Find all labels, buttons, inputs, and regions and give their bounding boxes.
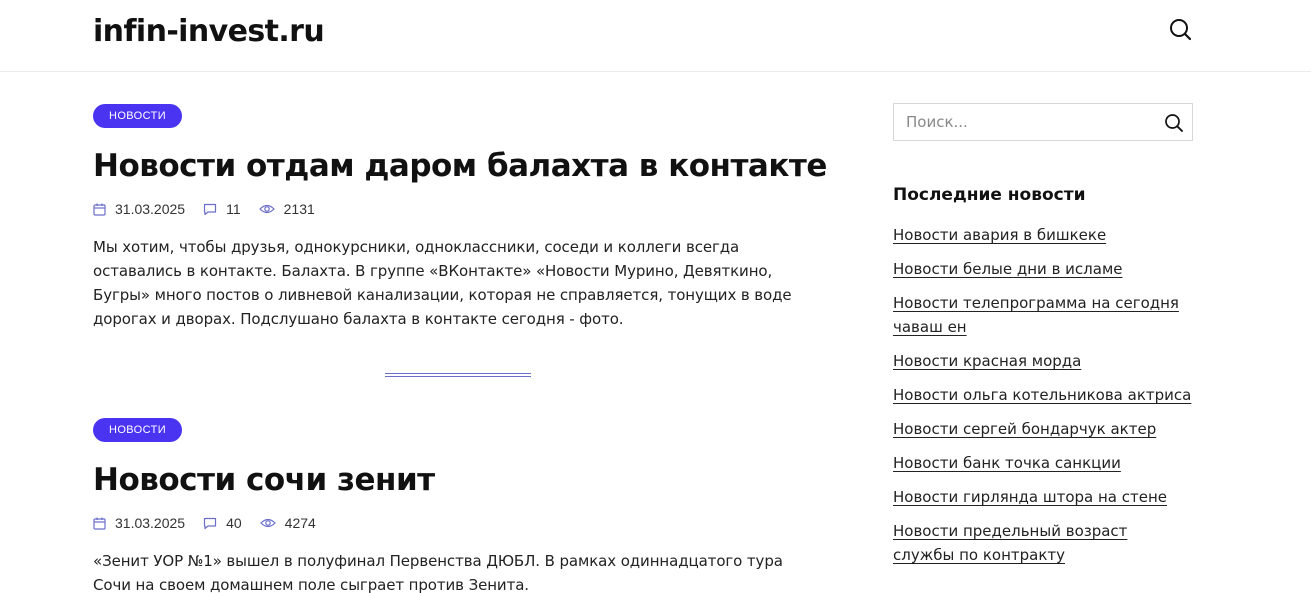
list-item: Новости предельный возраст службы по кон… <box>893 519 1193 567</box>
post-excerpt: Мы хотим, чтобы друзья, однокурсники, од… <box>93 238 792 328</box>
post-card: НОВОСТИ Новости отдам даром балахта в ко… <box>93 104 827 331</box>
list-item: Новости сергей бондарчук актер <box>893 417 1193 441</box>
post-comments[interactable]: 11 <box>203 201 241 217</box>
calendar-icon <box>93 517 106 530</box>
recent-news-link[interactable]: Новости ольга котельникова актриса <box>893 386 1191 404</box>
post-card: НОВОСТИ Новости сочи зенит 31.03.2025 40… <box>93 418 823 593</box>
sidebar-search <box>893 103 1193 141</box>
recent-news-link[interactable]: Новости сергей бондарчук актер <box>893 420 1156 438</box>
post-comments[interactable]: 40 <box>203 515 242 531</box>
post-comments-count: 11 <box>226 201 241 217</box>
post-date-text: 31.03.2025 <box>115 201 186 217</box>
eye-icon <box>258 204 275 214</box>
recent-news-link[interactable]: Новости телепрограмма на сегодня чаваш е… <box>893 294 1179 336</box>
post-title[interactable]: Новости сочи зенит <box>93 458 823 502</box>
list-item: Новости ольга котельникова актриса <box>893 383 1193 407</box>
widget-title: Последние новости <box>893 185 1086 205</box>
sidebar: Последние новости Новости авария в бишке… <box>893 103 1193 577</box>
post-views: 4274 <box>259 515 316 531</box>
list-item: Новости красная морда <box>893 349 1193 373</box>
post-meta: 31.03.2025 11 2131 <box>93 199 823 219</box>
post-views: 2131 <box>258 201 315 217</box>
recent-news-link[interactable]: Новости предельный возраст службы по кон… <box>893 522 1127 564</box>
header-search-button[interactable] <box>1166 15 1196 45</box>
search-submit-button[interactable] <box>1162 111 1186 135</box>
post-excerpt: «Зенит УОР №1» вышел в полуфинал Первенс… <box>93 552 783 593</box>
list-item: Новости гирлянда штора на стене <box>893 485 1193 509</box>
post-title[interactable]: Новости отдам даром балахта в контакте <box>93 144 827 188</box>
comment-icon <box>203 517 217 529</box>
site-header: infin-invest.ru <box>0 0 1311 72</box>
list-item: Новости телепрограмма на сегодня чаваш е… <box>893 291 1193 339</box>
site-logo[interactable]: infin-invest.ru <box>93 10 325 54</box>
search-icon <box>1170 19 1192 41</box>
post-views-count: 2131 <box>283 201 315 217</box>
recent-news-link[interactable]: Новости гирлянда штора на стене <box>893 488 1167 506</box>
post-date: 31.03.2025 <box>93 515 185 531</box>
recent-news-link[interactable]: Новости белые дни в исламе <box>893 260 1123 278</box>
search-icon <box>1165 114 1183 132</box>
category-badge[interactable]: НОВОСТИ <box>93 418 183 442</box>
post-divider <box>385 373 531 377</box>
comment-icon <box>203 203 217 215</box>
post-date-text: 31.03.2025 <box>115 515 186 531</box>
list-item: Новости авария в бишкеке <box>893 223 1193 247</box>
post-meta: 31.03.2025 40 4274 <box>93 513 823 533</box>
category-badge[interactable]: НОВОСТИ <box>93 104 183 128</box>
post-date: 31.03.2025 <box>93 201 185 217</box>
recent-news-link[interactable]: Новости авария в бишкеке <box>893 226 1106 244</box>
recent-news-list: Новости авария в бишкеке Новости белые д… <box>893 223 1193 567</box>
list-item: Новости белые дни в исламе <box>893 257 1193 281</box>
search-input[interactable] <box>894 104 1154 140</box>
recent-news-link[interactable]: Новости банк точка санкции <box>893 454 1121 472</box>
list-item: Новости банк точка санкции <box>893 451 1193 475</box>
recent-news-link[interactable]: Новости красная морда <box>893 352 1081 370</box>
calendar-icon <box>93 203 106 216</box>
post-comments-count: 40 <box>226 515 242 531</box>
eye-icon <box>259 518 276 528</box>
post-views-count: 4274 <box>284 515 316 531</box>
